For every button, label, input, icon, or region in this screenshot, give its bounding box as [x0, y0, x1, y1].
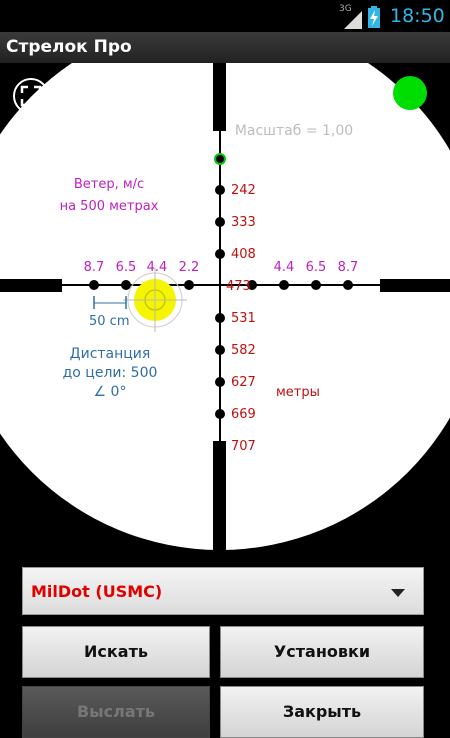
dropdown-arrow-icon	[391, 589, 405, 597]
mildot	[311, 280, 321, 290]
scale-text: 50 cm	[89, 314, 130, 329]
range-mark: 333	[231, 215, 256, 230]
wind-value: 8.7	[84, 260, 105, 275]
range-mark: 669	[231, 407, 256, 422]
mildot	[215, 345, 225, 355]
title-bar: Стрелок Про	[0, 32, 450, 64]
mildot	[215, 249, 225, 259]
range-mark: 242	[231, 183, 256, 198]
battery-charging-icon	[368, 6, 380, 28]
reticle-select-value: MilDot (USMC)	[31, 582, 163, 601]
mildot	[215, 185, 225, 195]
scope-view[interactable]: Масштаб = 1,00 242 333 408 473 531 582 6…	[0, 63, 450, 553]
status-bar: 3G 18:50	[0, 0, 450, 32]
wind-value: 8.7	[338, 260, 359, 275]
status-indicator	[393, 76, 427, 110]
reticle-post-bottom	[213, 441, 226, 553]
clock: 18:50	[390, 5, 445, 27]
range-mark: 473	[226, 279, 251, 294]
mildot	[215, 409, 225, 419]
zero-dot	[214, 153, 226, 165]
mildot	[89, 280, 99, 290]
range-unit: метры	[276, 385, 320, 400]
mildot	[215, 217, 225, 227]
reticle-select[interactable]: MilDot (USMC)	[22, 567, 424, 615]
distance-value: до цели: 500	[63, 365, 158, 381]
mildot	[184, 280, 194, 290]
settings-button[interactable]: Установки	[220, 626, 424, 678]
zoom-label: Масштаб = 1,00	[235, 123, 353, 139]
signal-icon	[344, 11, 362, 29]
reticle-post-left	[0, 279, 62, 292]
search-button[interactable]: Искать	[22, 626, 210, 678]
range-mark: 707	[231, 439, 256, 454]
app-title: Стрелок Про	[6, 37, 132, 57]
wind-value: 4.4	[274, 260, 295, 275]
angle-value: ∠ 0°	[94, 384, 127, 400]
wind-label: на 500 метрах	[60, 199, 159, 214]
range-mark: 627	[231, 375, 256, 390]
reticle-post-top	[213, 63, 226, 131]
wind-value: 6.5	[116, 260, 137, 275]
range-mark: 408	[231, 247, 256, 262]
range-mark: 582	[231, 343, 256, 358]
wind-value: 6.5	[306, 260, 327, 275]
mildot	[121, 280, 131, 290]
mildot	[343, 280, 353, 290]
wind-value: 2.2	[179, 260, 200, 275]
distance-label: Дистанция	[70, 346, 151, 362]
reticle-post-right	[380, 279, 450, 292]
close-button[interactable]: Закрыть	[220, 686, 424, 738]
mildot	[279, 280, 289, 290]
send-button[interactable]: Выслать	[22, 686, 210, 738]
mildot	[215, 377, 225, 387]
range-mark: 531	[231, 311, 256, 326]
wind-label: Ветер, м/с	[74, 177, 144, 192]
mildot	[215, 313, 225, 323]
